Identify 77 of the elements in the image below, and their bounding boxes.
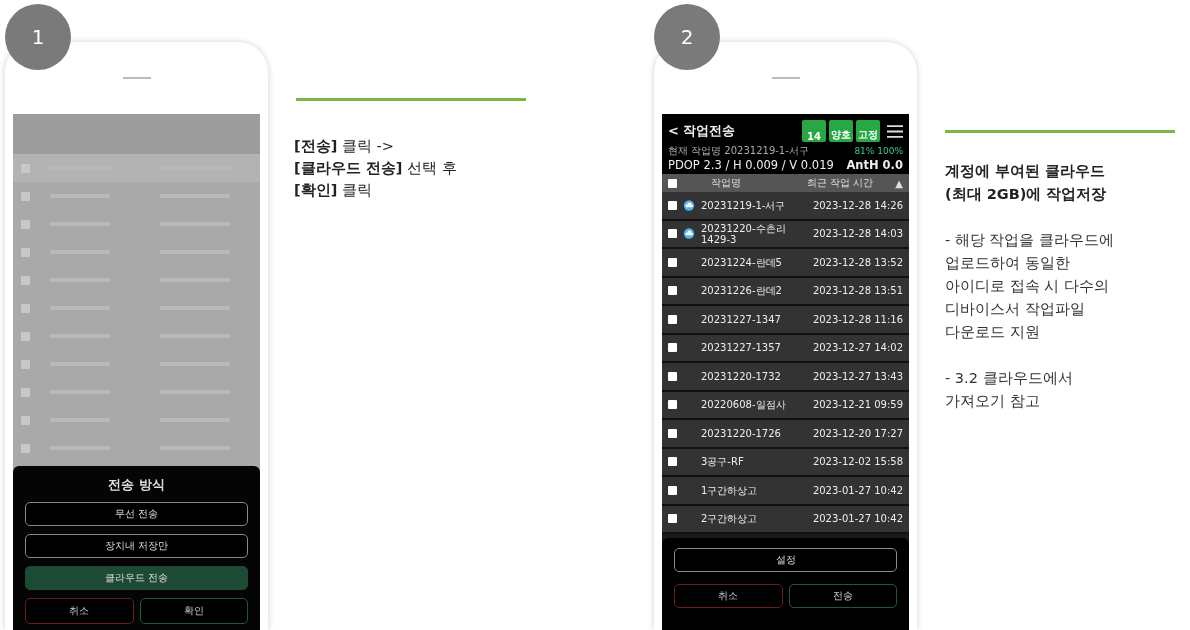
job-name: 현재 작업명 20231219-1-서구 xyxy=(668,144,809,158)
job-name-cell-text: 20231227-1357 xyxy=(701,342,782,354)
select-all-checkbox[interactable] xyxy=(668,178,677,188)
transfer-option[interactable]: 장치내 저장만 xyxy=(25,534,248,558)
action-button[interactable]: 전송 xyxy=(788,584,897,608)
job-name-cell-text: 20231226-란데2 xyxy=(701,285,783,297)
dialog-title: 전송 방식 xyxy=(107,476,166,494)
job-time-cell: 2023-12-02 15:58 xyxy=(812,456,903,468)
row-checkbox[interactable] xyxy=(668,200,677,210)
action-button[interactable]: 취소 xyxy=(674,584,783,608)
dialog-button[interactable]: 취소 xyxy=(25,598,134,624)
job-name-cell-text: 3공구-RF xyxy=(701,456,745,468)
job-name-cell-text: 20231227-1347 xyxy=(701,313,782,325)
job-name-cell-text: 20220608-일점사 xyxy=(701,399,787,411)
job-name-cell-text: 20231220-수촌리 1429-3 xyxy=(701,222,787,245)
job-name-cell-text: 20231224-란데5 xyxy=(701,256,783,268)
antenna-height: AntH 0.0 xyxy=(846,158,903,172)
job-time-cell: 2023-12-27 14:02 xyxy=(812,342,903,354)
job-time-cell: 2023-12-27 13:43 xyxy=(812,370,903,382)
job-name-cell-text: 20231219-1-서구 xyxy=(701,199,787,211)
job-row[interactable]: 20231224-란데5 2023-12-28 13:52 xyxy=(662,249,909,278)
row-checkbox[interactable] xyxy=(668,485,677,495)
sort-arrow[interactable]: ▲ xyxy=(895,177,903,189)
job-row[interactable]: 20231227-1347 2023-12-28 11:16 xyxy=(662,306,909,335)
job-time-cell: 2023-12-28 13:52 xyxy=(812,256,903,268)
row-checkbox[interactable] xyxy=(668,457,677,467)
row-checkbox[interactable] xyxy=(668,514,677,524)
job-time-cell: 2023-01-27 10:42 xyxy=(812,484,903,496)
note-paragraph: - 3.2 클라우드에서 가져오기 참고 xyxy=(945,369,1074,411)
job-time-cell: 2023-12-20 17:27 xyxy=(812,427,903,439)
settings-button[interactable]: 설정 xyxy=(674,548,897,572)
job-row[interactable]: 2구간하상고 2023-01-27 10:42 xyxy=(662,505,909,534)
row-checkbox[interactable] xyxy=(668,400,677,410)
job-time-cell: 2023-12-28 14:26 xyxy=(812,199,903,211)
instruction-text: [전송] 클릭 -> [클라우드 전송] 선택 후 [확인] 클릭 xyxy=(294,137,458,200)
job-time-cell: 2023-12-28 13:51 xyxy=(812,285,903,297)
job-row[interactable]: 3공구-RF 2023-12-02 15:58 xyxy=(662,448,909,477)
note-heading: 계정에 부여된 클라우드 (최대 2GB)에 작업저장 xyxy=(945,162,1108,204)
dialog-button[interactable]: 확인 xyxy=(139,598,248,624)
status-badge: 양호 xyxy=(829,120,853,142)
row-checkbox[interactable] xyxy=(668,286,677,296)
job-row[interactable]: 20231220-1726 2023-12-20 17:27 xyxy=(662,420,909,449)
precision-reading: PDOP 2.3 / H 0.009 / V 0.019 xyxy=(668,158,834,172)
job-row[interactable]: 20231220-1732 2023-12-27 13:43 xyxy=(662,363,909,392)
step-badge: 1 xyxy=(5,4,71,70)
job-name-cell-text: 20231220-1732 xyxy=(701,370,782,382)
job-row[interactable]: 20231227-1357 2023-12-27 14:02 xyxy=(662,334,909,363)
battery-reading: 100% xyxy=(877,146,903,156)
transfer-option[interactable]: 클라우드 전송 xyxy=(25,566,248,590)
job-row[interactable]: 20231226-란데2 2023-12-28 13:51 xyxy=(662,277,909,306)
column-header: 작업명 xyxy=(711,176,742,190)
status-badge: 14 xyxy=(802,120,826,142)
menu-icon[interactable] xyxy=(887,124,903,138)
row-checkbox[interactable] xyxy=(668,371,677,381)
row-checkbox[interactable] xyxy=(668,257,677,267)
note-paragraph: - 해당 작업을 클라우드에 업로드하여 동일한 아이디로 접속 시 다수의 디바이스서 작업파일 다운로드 지원 xyxy=(945,231,1116,342)
job-row[interactable]: 20220608-일점사 2023-12-21 09:59 xyxy=(662,391,909,420)
job-time-cell: 2023-12-28 14:03 xyxy=(812,228,903,240)
screen-title: < 작업전송 xyxy=(668,122,736,140)
row-checkbox[interactable] xyxy=(668,314,677,324)
job-time-cell: 2023-01-27 10:42 xyxy=(812,513,903,525)
job-time-cell: 2023-12-21 09:59 xyxy=(812,399,903,411)
column-header: 최근 작업 시간 xyxy=(807,176,875,190)
step-badge: 2 xyxy=(654,4,720,70)
job-row[interactable]: 20231219-1-서구 2023-12-28 14:26 xyxy=(662,192,909,221)
row-checkbox[interactable] xyxy=(668,229,677,239)
job-row[interactable]: 20231220-수촌리 1429-3 2023-12-28 14:03 xyxy=(662,220,909,249)
transfer-option[interactable]: 무선 전송 xyxy=(25,502,248,526)
signal-reading: 81% xyxy=(854,146,875,156)
job-time-cell: 2023-12-28 11:16 xyxy=(812,313,903,325)
row-checkbox[interactable] xyxy=(668,343,677,353)
job-name-cell-text: 1구간하상고 xyxy=(701,484,759,496)
job-row[interactable]: 1구간하상고 2023-01-27 10:42 xyxy=(662,477,909,506)
job-name-cell-text: 20231220-1726 xyxy=(701,427,782,439)
job-name-cell-text: 2구간하상고 xyxy=(701,513,759,525)
row-checkbox[interactable] xyxy=(668,428,677,438)
status-badge: 고정 xyxy=(856,120,880,142)
